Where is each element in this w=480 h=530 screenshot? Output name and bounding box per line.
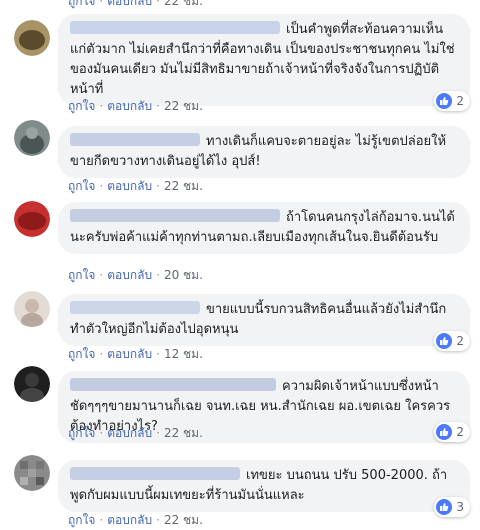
comment-actions: ถูกใจ · ตอบกลับ · 22 ชม. — [68, 97, 203, 116]
timestamp: 22 ชม. — [163, 0, 203, 8]
like-link[interactable]: ถูกใจ — [68, 347, 95, 361]
avatar-image — [14, 20, 50, 56]
separator: · — [99, 426, 104, 440]
reply-link[interactable]: ตอบกลับ — [107, 347, 152, 361]
separator: · — [99, 179, 104, 193]
separator: · — [156, 268, 160, 282]
timestamp: 22 ชม. — [163, 99, 203, 113]
reaction-number: 2 — [456, 425, 464, 439]
timestamp: 22 ชม. — [163, 179, 203, 193]
avatar-image — [14, 120, 50, 156]
reaction-count[interactable]: 3 — [434, 497, 470, 517]
like-link[interactable]: ถูกใจ — [68, 426, 95, 440]
separator: · — [156, 426, 160, 440]
like-reaction-icon — [436, 499, 453, 515]
like-reaction-icon — [436, 333, 453, 349]
reply-link[interactable]: ตอบกลับ — [107, 268, 152, 282]
avatar[interactable] — [14, 291, 50, 327]
timestamp: 20 ชม. — [163, 268, 203, 282]
comment-bubble: เป็นคำพูดที่สะท้อนความเห็นแก่ตัวมาก ไม่เ… — [58, 14, 470, 106]
author-name-blurred[interactable] — [70, 21, 280, 34]
timestamp: 22 ชม. — [163, 426, 203, 440]
avatar-image — [14, 201, 50, 237]
author-name-blurred[interactable] — [70, 467, 240, 480]
avatar[interactable] — [14, 201, 50, 237]
reply-link[interactable]: ตอบกลับ — [107, 99, 152, 113]
like-link[interactable]: ถูกใจ — [68, 0, 95, 8]
reaction-number: 2 — [456, 334, 464, 348]
author-name-blurred[interactable] — [70, 209, 280, 222]
like-reaction-icon — [436, 424, 453, 440]
like-link[interactable]: ถูกใจ — [68, 99, 95, 113]
author-name-blurred[interactable] — [70, 301, 200, 314]
author-name-blurred[interactable] — [70, 378, 276, 391]
avatar-image — [14, 291, 50, 327]
reaction-count[interactable]: 2 — [434, 331, 470, 351]
like-reaction-icon — [436, 93, 453, 109]
reply-link[interactable]: ตอบกลับ — [107, 179, 152, 193]
reaction-number: 2 — [456, 94, 464, 108]
avatar[interactable] — [14, 366, 50, 402]
comment-actions: ถูกใจ · ตอบกลับ · 22 ชม. — [68, 177, 203, 196]
reaction-number: 3 — [456, 500, 464, 514]
like-link[interactable]: ถูกใจ — [68, 268, 95, 282]
comment-bubble: ทางเดินก็แคบจะตายอยู่ละ ไม่รู้เขตปล่อยให… — [58, 126, 470, 178]
top-partial-actions: ถูกใจ · ตอบกลับ · 22 ชม. — [68, 0, 203, 11]
avatar-image — [14, 366, 50, 402]
comment-bubble: เทขยะ บนถนน ปรับ 500-2000. ถ้าพูดกับผมแบ… — [58, 460, 470, 512]
comment-bubble: ถ้าโดนคนกรุงไล่ก้อมาจ.นนได้นะครับพ่อค้าแ… — [58, 202, 470, 254]
separator: · — [156, 0, 160, 8]
separator: · — [156, 179, 160, 193]
author-name-blurred[interactable] — [70, 133, 200, 146]
separator: · — [99, 0, 104, 8]
like-link[interactable]: ถูกใจ — [68, 179, 95, 193]
comment-actions: ถูกใจ · ตอบกลับ · 22 ชม. — [68, 511, 203, 530]
reply-link[interactable]: ตอบกลับ — [107, 0, 152, 8]
reaction-count[interactable]: 2 — [434, 422, 470, 442]
reaction-count[interactable]: 2 — [434, 91, 470, 111]
separator: · — [156, 347, 160, 361]
separator: · — [156, 99, 160, 113]
separator: · — [99, 347, 104, 361]
separator: · — [99, 268, 104, 282]
avatar[interactable] — [14, 20, 50, 56]
comment-bubble: ขายแบบนี้รบกวนสิทธิคนอื่นแล้วยังไม่สำนึก… — [58, 294, 470, 346]
avatar[interactable] — [14, 455, 50, 491]
comment-actions: ถูกใจ · ตอบกลับ · 22 ชม. — [68, 424, 203, 443]
avatar[interactable] — [14, 120, 50, 156]
avatar-image — [14, 455, 50, 491]
comment-actions: ถูกใจ · ตอบกลับ · 20 ชม. — [68, 266, 203, 285]
separator: · — [99, 99, 104, 113]
timestamp: 12 ชม. — [163, 347, 203, 361]
comment-actions: ถูกใจ · ตอบกลับ · 12 ชม. — [68, 345, 203, 364]
reply-link[interactable]: ตอบกลับ — [107, 426, 152, 440]
